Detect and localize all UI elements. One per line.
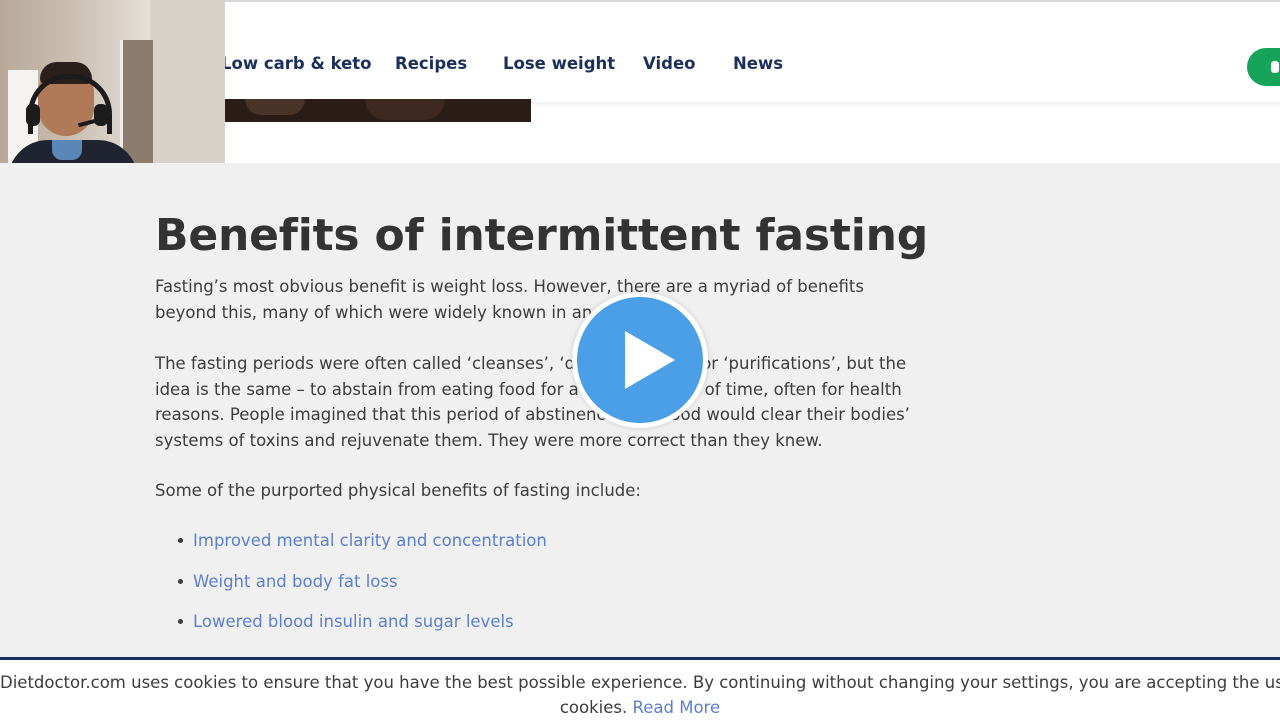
benefit-link[interactable]: Improved mental clarity and concentratio…	[193, 531, 547, 550]
nav-item-lose-weight[interactable]: Lose weight	[503, 54, 615, 73]
nav-item-low-carb-keto[interactable]: Low carb & keto	[221, 54, 372, 73]
nav-item-news[interactable]: News	[733, 54, 783, 73]
headset-ear-left	[26, 104, 40, 126]
cookie-text: Dietdoctor.com uses cookies to ensure th…	[0, 673, 1280, 692]
benefits-list: Improved mental clarity and concentratio…	[155, 528, 547, 650]
cookie-banner: Dietdoctor.com uses cookies to ensure th…	[0, 657, 1280, 720]
list-item: Lowered blood insulin and sugar levels	[155, 609, 547, 650]
video-play-button[interactable]	[572, 292, 708, 428]
header-image-strip	[225, 99, 531, 122]
article-paragraph-1: Fasting’s most obvious benefit is weight…	[155, 277, 864, 322]
list-item: Weight and body fat loss	[155, 569, 547, 610]
bullet-icon	[178, 619, 183, 624]
nav-item-recipes[interactable]: Recipes	[395, 54, 467, 73]
article-paragraph-2: The fasting periods were often called ‘c…	[155, 354, 910, 450]
webcam-overlay	[0, 0, 225, 169]
bullet-icon	[178, 538, 183, 543]
article-title: Benefits of intermittent fasting	[155, 210, 929, 261]
signup-button[interactable]	[1247, 48, 1280, 86]
article-paragraph-3: Some of the purported physical benefits …	[155, 481, 641, 500]
benefit-link[interactable]: Lowered blood insulin and sugar levels	[193, 612, 514, 631]
nav-item-video[interactable]: Video	[643, 54, 695, 73]
user-icon	[1271, 61, 1279, 73]
cookie-text-end: cookies.	[559, 698, 628, 717]
play-icon	[625, 331, 675, 389]
list-item: Improved mental clarity and concentratio…	[155, 528, 547, 569]
webcam-wall	[150, 0, 225, 169]
bullet-icon	[178, 578, 183, 584]
image-detail	[365, 99, 445, 120]
read-more-link[interactable]: Read More	[633, 698, 721, 717]
benefit-link[interactable]: Weight and body fat loss	[193, 572, 398, 591]
nav-shadow	[531, 102, 1280, 108]
webcam-person-collar	[52, 140, 82, 160]
cookie-text-line-2: cookies. Read More	[0, 695, 1280, 720]
